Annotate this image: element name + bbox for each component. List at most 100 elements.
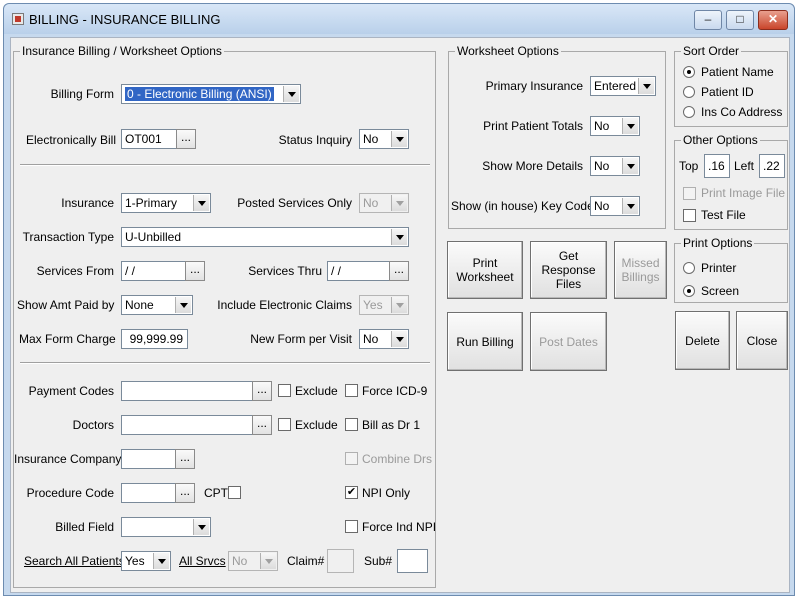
- force-icd9-checkbox[interactable]: [345, 384, 358, 397]
- insurance-company-lookup-button[interactable]: ...: [175, 449, 195, 469]
- primary-insurance-label: Primary Insurance: [485, 79, 583, 93]
- doctors-exclude-checkbox[interactable]: [278, 418, 291, 431]
- combine-drs-checkbox[interactable]: [345, 452, 358, 465]
- services-from-lookup-button[interactable]: ...: [185, 261, 205, 281]
- left-margin-input[interactable]: .22: [759, 154, 785, 178]
- billing-form-select[interactable]: 0 - Electronic Billing (ANSI): [121, 84, 301, 104]
- payment-codes-lookup-button[interactable]: ...: [252, 381, 272, 401]
- divider: [20, 362, 430, 364]
- payment-codes-exclude-checkbox[interactable]: [278, 384, 291, 397]
- show-key-codes-select[interactable]: No: [590, 196, 640, 216]
- minimize-button[interactable]: –: [694, 10, 722, 30]
- client-area: Insurance Billing / Worksheet Options Bi…: [10, 37, 790, 593]
- all-srvcs-select[interactable]: No: [228, 551, 278, 571]
- test-file-checkbox[interactable]: [683, 209, 696, 222]
- doctors-exclude-label: Exclude: [295, 418, 338, 432]
- title-bar[interactable]: BILLING - INSURANCE BILLING – □ ✕: [4, 4, 794, 34]
- force-ind-npi-checkbox[interactable]: [345, 520, 358, 533]
- chevron-down-icon[interactable]: [391, 331, 407, 347]
- insurance-select[interactable]: 1-Primary: [121, 193, 211, 213]
- procedure-code-input[interactable]: [121, 483, 176, 503]
- insurance-label: Insurance: [61, 196, 114, 210]
- bill-as-dr1-checkbox[interactable]: [345, 418, 358, 431]
- get-response-files-button[interactable]: Get Response Files: [530, 241, 607, 299]
- maximize-button[interactable]: □: [726, 10, 754, 30]
- chevron-down-icon[interactable]: [622, 198, 638, 214]
- insurance-company-input[interactable]: [121, 449, 176, 469]
- services-thru-lookup-button[interactable]: ...: [389, 261, 409, 281]
- claim-input[interactable]: [327, 549, 354, 573]
- npi-only-checkbox[interactable]: ✔: [345, 486, 358, 499]
- transaction-type-label: Transaction Type: [22, 230, 114, 244]
- chevron-down-icon[interactable]: [193, 195, 209, 211]
- window-title: BILLING - INSURANCE BILLING: [29, 12, 221, 27]
- close-button[interactable]: Close: [736, 311, 788, 370]
- print-image-file-checkbox[interactable]: [683, 187, 696, 200]
- sort-ins-co-address-label: Ins Co Address: [701, 105, 783, 119]
- cpt-checkbox[interactable]: [228, 486, 241, 499]
- chevron-down-icon[interactable]: [175, 297, 191, 313]
- doctors-label: Doctors: [72, 418, 114, 432]
- search-all-patients-select[interactable]: Yes: [121, 551, 171, 571]
- chevron-down-icon[interactable]: [153, 553, 169, 569]
- doctors-lookup-button[interactable]: ...: [252, 415, 272, 435]
- show-more-details-select[interactable]: No: [590, 156, 640, 176]
- billing-options-group: Insurance Billing / Worksheet Options Bi…: [13, 44, 436, 588]
- show-amt-paid-by-select[interactable]: None: [121, 295, 193, 315]
- print-image-file-label: Print Image File: [701, 186, 786, 200]
- transaction-type-select[interactable]: U-Unbilled: [121, 227, 409, 247]
- run-billing-button[interactable]: Run Billing: [447, 312, 523, 371]
- print-worksheet-button[interactable]: Print Worksheet: [447, 241, 523, 299]
- payment-codes-input[interactable]: [121, 381, 253, 401]
- include-electronic-claims-select[interactable]: Yes: [359, 295, 409, 315]
- payment-codes-exclude-label: Exclude: [295, 384, 338, 398]
- electronically-bill-input[interactable]: OT001: [121, 129, 177, 149]
- post-dates-button[interactable]: Post Dates: [530, 312, 607, 371]
- posted-services-only-select[interactable]: No: [359, 193, 409, 213]
- billed-field-label: Billed Field: [55, 520, 114, 534]
- new-form-per-visit-select[interactable]: No: [359, 329, 409, 349]
- sort-patient-id-label: Patient ID: [701, 85, 754, 99]
- chevron-down-icon[interactable]: [391, 131, 407, 147]
- delete-button[interactable]: Delete: [675, 311, 730, 370]
- chevron-down-icon[interactable]: [638, 78, 654, 94]
- chevron-down-icon[interactable]: [391, 297, 407, 313]
- sort-patient-name-radio[interactable]: [683, 66, 695, 78]
- npi-only-label: NPI Only: [362, 486, 411, 500]
- primary-insurance-select[interactable]: Entered: [590, 76, 656, 96]
- services-thru-input[interactable]: / /: [327, 261, 390, 281]
- missed-billings-button[interactable]: Missed Billings: [614, 241, 667, 299]
- chevron-down-icon[interactable]: [283, 86, 299, 102]
- sort-ins-co-address-radio[interactable]: [683, 106, 695, 118]
- show-more-details-label: Show More Details: [482, 159, 583, 173]
- print-patient-totals-label: Print Patient Totals: [483, 119, 583, 133]
- status-inquiry-select[interactable]: No: [359, 129, 409, 149]
- chevron-down-icon[interactable]: [193, 519, 209, 535]
- sort-patient-id-radio[interactable]: [683, 86, 695, 98]
- procedure-code-lookup-button[interactable]: ...: [175, 483, 195, 503]
- close-window-button[interactable]: ✕: [758, 10, 788, 30]
- billed-field-select[interactable]: [121, 517, 211, 537]
- all-srvcs-value: No: [232, 554, 248, 568]
- chevron-down-icon[interactable]: [622, 158, 638, 174]
- insurance-company-label: Insurance Company: [14, 452, 122, 466]
- primary-insurance-value: Entered: [594, 79, 637, 93]
- services-thru-label: Services Thru: [248, 264, 322, 278]
- include-electronic-claims-value: Yes: [363, 298, 383, 312]
- print-patient-totals-select[interactable]: No: [590, 116, 640, 136]
- chevron-down-icon[interactable]: [391, 229, 407, 245]
- doctors-input[interactable]: [121, 415, 253, 435]
- electronically-bill-lookup-button[interactable]: ...: [176, 129, 196, 149]
- insurance-value: 1-Primary: [125, 196, 178, 210]
- chevron-down-icon[interactable]: [391, 195, 407, 211]
- max-form-charge-input[interactable]: 99,999.99: [121, 329, 188, 349]
- sub-input[interactable]: [397, 549, 428, 573]
- chevron-down-icon[interactable]: [260, 553, 276, 569]
- billing-form-label: Billing Form: [50, 87, 114, 101]
- top-margin-input[interactable]: .16: [704, 154, 730, 178]
- printer-radio[interactable]: [683, 262, 695, 274]
- screen-radio[interactable]: [683, 285, 695, 297]
- chevron-down-icon[interactable]: [622, 118, 638, 134]
- services-from-input[interactable]: / /: [121, 261, 186, 281]
- left-margin-label: Left: [734, 159, 755, 173]
